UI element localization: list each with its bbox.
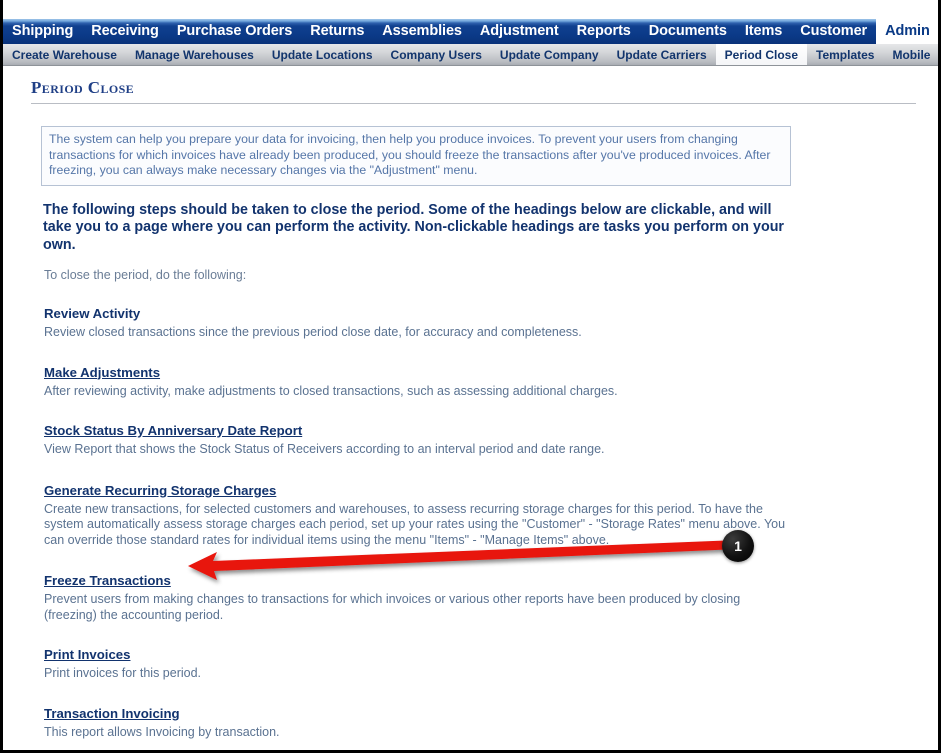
sub-navigation-bar: Create Warehouse Manage Warehouses Updat… [3, 44, 938, 66]
subnav-item-update-company[interactable]: Update Company [491, 44, 608, 65]
step-link-print-invoices[interactable]: Print Invoices [44, 647, 130, 663]
nav-item-reports[interactable]: Reports [568, 19, 640, 44]
page-title: Period Close [31, 78, 135, 97]
step-desc-freeze-transactions: Prevent users from making changes to tra… [44, 592, 741, 622]
subnav-item-update-locations[interactable]: Update Locations [263, 44, 382, 65]
step-link-freeze-transactions[interactable]: Freeze Transactions [44, 573, 171, 589]
step-block-print-invoices: Print Invoices Print invoices for this p… [44, 646, 804, 682]
subnav-item-templates[interactable]: Templates [807, 44, 883, 65]
step-desc-print-invoices: Print invoices for this period. [44, 666, 202, 680]
subnav-item-update-carriers[interactable]: Update Carriers [608, 44, 716, 65]
nav-item-receiving[interactable]: Receiving [82, 19, 168, 44]
step-desc-generate-recurring-storage-charges: Create new transactions, for selected cu… [44, 501, 786, 547]
step-block-review-activity: Review Activity Review closed transactio… [44, 305, 804, 341]
step-block-transaction-invoicing: Transaction Invoicing This report allows… [44, 705, 804, 741]
nav-item-shipping[interactable]: Shipping [3, 19, 82, 44]
subnav-item-mobile[interactable]: Mobile [883, 44, 938, 65]
nav-item-assemblies[interactable]: Assemblies [373, 19, 471, 44]
application-window: Shipping Receiving Purchase Orders Retur… [0, 0, 941, 753]
nav-item-adjustment[interactable]: Adjustment [471, 19, 568, 44]
step-desc-stock-status-report: View Report that shows the Stock Status … [44, 442, 605, 456]
subnav-item-manage-warehouses[interactable]: Manage Warehouses [126, 44, 263, 65]
nav-item-admin[interactable]: Admin [876, 19, 938, 44]
subnav-item-create-warehouse[interactable]: Create Warehouse [3, 44, 126, 65]
steps-lead-text: To close the period, do the following: [44, 268, 247, 282]
step-block-freeze-transactions: Freeze Transactions Prevent users from m… [44, 572, 789, 623]
step-desc-make-adjustments: After reviewing activity, make adjustmen… [44, 383, 618, 398]
nav-item-purchase-orders[interactable]: Purchase Orders [168, 19, 301, 44]
step-link-transaction-invoicing[interactable]: Transaction Invoicing [44, 706, 180, 722]
step-link-stock-status-report[interactable]: Stock Status By Anniversary Date Report [44, 423, 302, 439]
page-title-container: Period Close [31, 78, 916, 104]
nav-item-documents[interactable]: Documents [640, 19, 736, 44]
step-desc-review-activity: Review closed transactions since the pre… [44, 325, 582, 339]
steps-intro-text: The following steps should be taken to c… [43, 201, 784, 253]
step-block-generate-recurring-storage-charges: Generate Recurring Storage Charges Creat… [44, 482, 799, 549]
nav-item-customer[interactable]: Customer [791, 19, 876, 44]
subnav-item-period-close[interactable]: Period Close [715, 44, 808, 65]
page-content: Period Close The system can help you pre… [3, 66, 938, 750]
nav-item-items[interactable]: Items [736, 19, 791, 44]
step-desc-transaction-invoicing: This report allows Invoicing by transact… [44, 724, 280, 739]
info-box: The system can help you prepare your dat… [41, 126, 791, 186]
step-heading-review-activity: Review Activity [44, 306, 141, 321]
main-navigation-bar: Shipping Receiving Purchase Orders Retur… [3, 19, 938, 44]
step-block-stock-status-report: Stock Status By Anniversary Date Report … [44, 422, 804, 458]
browser-chrome-strip [3, 0, 938, 19]
step-link-generate-recurring-storage-charges[interactable]: Generate Recurring Storage Charges [44, 483, 276, 499]
subnav-item-company-users[interactable]: Company Users [382, 44, 491, 65]
step-block-make-adjustments: Make Adjustments After reviewing activit… [44, 364, 804, 400]
step-link-make-adjustments[interactable]: Make Adjustments [44, 365, 160, 381]
nav-item-returns[interactable]: Returns [301, 19, 373, 44]
